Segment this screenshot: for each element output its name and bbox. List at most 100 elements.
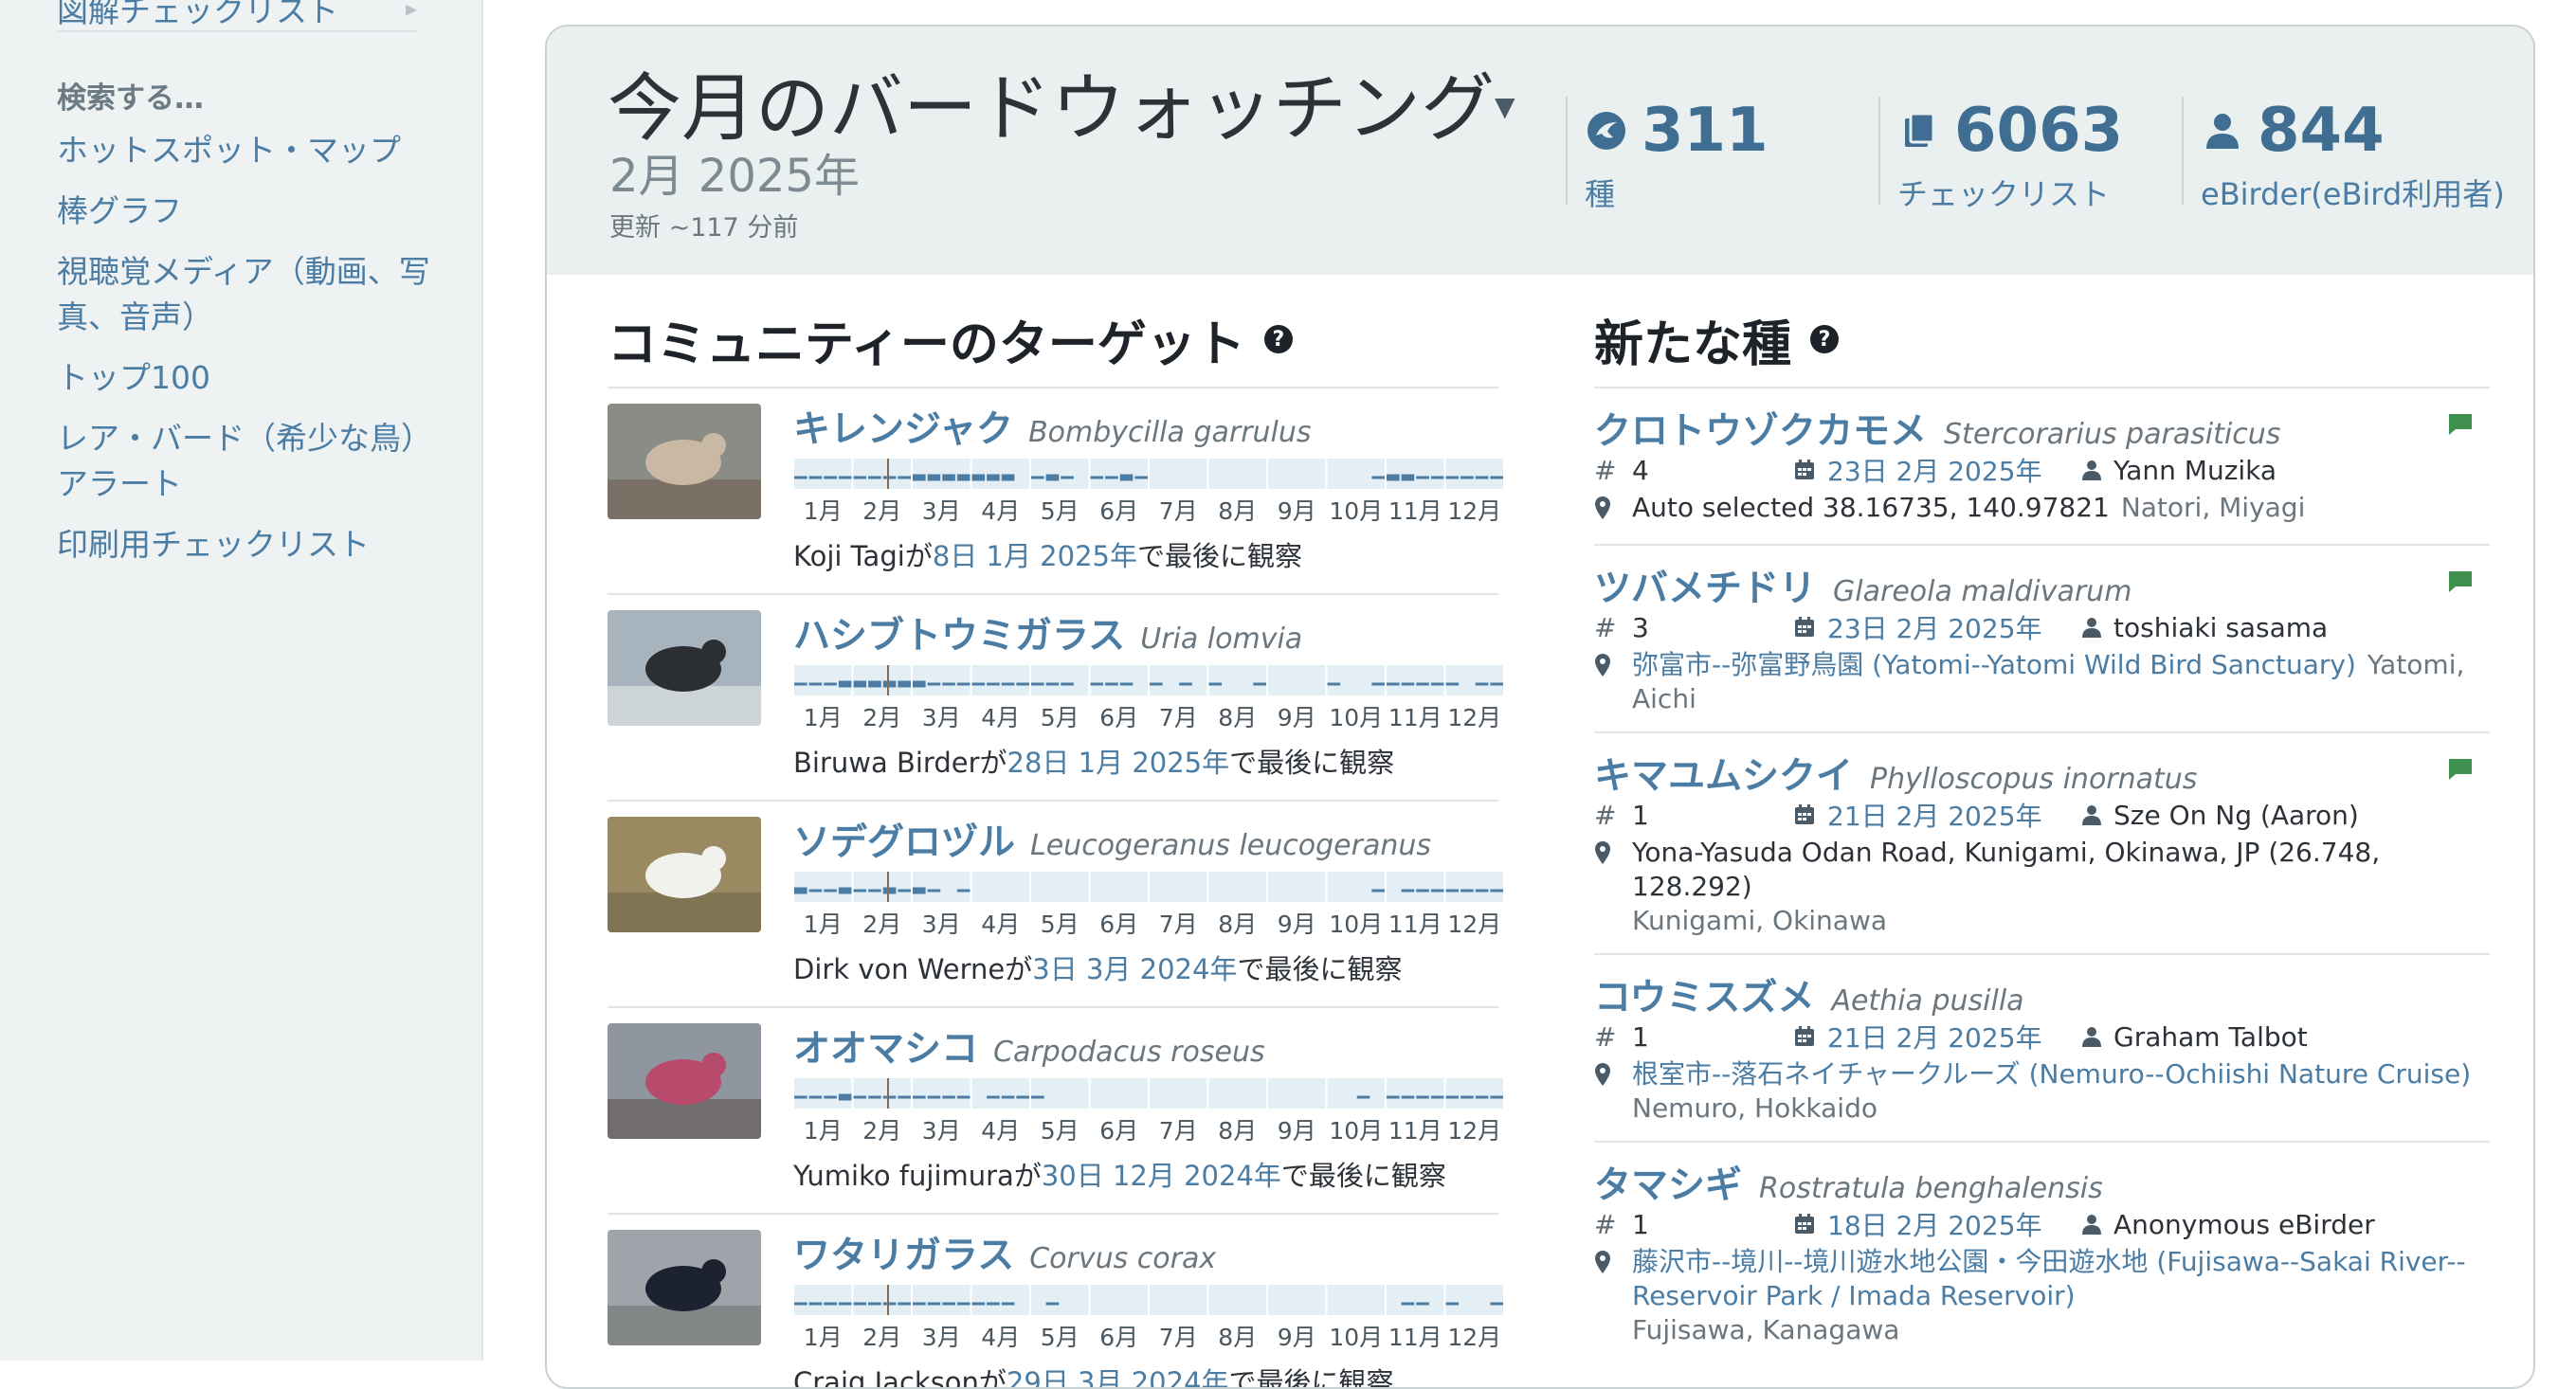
- frequency-bar: [1490, 889, 1503, 893]
- frequency-bar: [882, 1302, 897, 1306]
- sidebar-item-printable-checklist[interactable]: 印刷用チェックリスト: [57, 522, 436, 568]
- species-name[interactable]: ツバメチドリ Glareola maldivarum: [1594, 559, 2490, 610]
- stat-checklists-label: チェックリスト: [1897, 176, 2111, 212]
- comment-icon[interactable]: [2448, 570, 2473, 593]
- person-icon: [2082, 1215, 2101, 1235]
- species-name[interactable]: ワタリガラス Corvus corax: [793, 1226, 1216, 1279]
- species-name[interactable]: タマシギ Rostratula benghalensis: [1594, 1156, 2490, 1207]
- sidebar-item-hotspot-map[interactable]: ホットスポット・マップ: [57, 128, 436, 173]
- observation-date-link[interactable]: 21日 2月 2025年: [1793, 1018, 2081, 1055]
- frequency-chart[interactable]: [793, 1076, 1504, 1110]
- frequency-bar: [868, 476, 881, 479]
- location-pin-svg: [1595, 1251, 1610, 1273]
- species-common-name[interactable]: ハシブトウミガラス: [793, 615, 1125, 658]
- comment-icon[interactable]: [2448, 758, 2473, 781]
- sidebar-item-bar-chart[interactable]: 棒グラフ: [57, 189, 436, 234]
- species-common-name[interactable]: タマシギ: [1594, 1156, 1742, 1209]
- frequency-bar: [956, 682, 971, 686]
- bird-photo[interactable]: [608, 610, 761, 726]
- month-cell: [1327, 459, 1385, 489]
- frequency-bar: [913, 680, 926, 688]
- person-icon: [2082, 618, 2101, 638]
- species-name[interactable]: クロトウゾクカモメ Stercorarius parasiticus: [1594, 402, 2490, 453]
- location-link[interactable]: 弥富市--弥富野鳥園 (Yatomi--Yatomi Wild Bird San…: [1632, 649, 2356, 680]
- sidebar-item-illustrated-checklist[interactable]: 図解チェックリスト ▸: [57, 0, 417, 32]
- help-icon[interactable]: ?: [1263, 325, 1293, 353]
- sidebar-item-top100[interactable]: トップ100: [57, 355, 436, 401]
- species-common-name[interactable]: クロトウゾクカモメ: [1594, 402, 1927, 455]
- frequency-chart[interactable]: [793, 1283, 1504, 1317]
- bird-photo[interactable]: [608, 1230, 761, 1345]
- stat-checklists[interactable]: 6063 チェックリスト: [1878, 97, 2163, 212]
- species-common-name[interactable]: ツバメチドリ: [1594, 559, 1816, 612]
- month-cell: [794, 1285, 852, 1315]
- location-pin-icon: [1594, 1245, 1632, 1283]
- species-name[interactable]: ソデグロヅル Leucogeranus leucogeranus: [793, 813, 1431, 866]
- species-common-name[interactable]: ワタリガラス: [793, 1235, 1014, 1277]
- month-cell: [794, 1078, 852, 1109]
- frequency-chart[interactable]: [793, 457, 1504, 491]
- observation-date-link[interactable]: 21日 2月 2025年: [1793, 796, 2081, 834]
- bird-photo[interactable]: [608, 1023, 761, 1139]
- last-seen-date-link[interactable]: 28日 1月 2025年: [1007, 747, 1230, 779]
- last-seen-date-link[interactable]: 3日 3月 2024年: [1032, 953, 1237, 985]
- person-icon: [2082, 1027, 2101, 1047]
- observer-name: toshiaki sasama: [2113, 611, 2329, 643]
- month-cell: [971, 459, 1029, 489]
- month-cell: [1031, 1078, 1089, 1109]
- observation-date-link[interactable]: 23日 2月 2025年: [1793, 608, 2081, 646]
- last-seen-date-link[interactable]: 8日 1月 2025年: [933, 540, 1137, 572]
- month-cell: [794, 872, 852, 902]
- frequency-bar: [838, 887, 852, 894]
- species-common-name[interactable]: キレンジャク: [793, 408, 1013, 451]
- species-common-name[interactable]: キマユムシクイ: [1594, 747, 1853, 800]
- chevron-right-icon: ▸: [405, 0, 417, 22]
- frequency-bar: [824, 682, 837, 686]
- location-link[interactable]: 藤沢市--境川--境川遊水地公園・今田遊水地 (Fujisawa--Sakai …: [1632, 1246, 2466, 1311]
- species-common-name[interactable]: コウミスズメ: [1594, 968, 1814, 1021]
- bird-photo[interactable]: [608, 817, 761, 932]
- observation-date-link[interactable]: 23日 2月 2025年: [1793, 451, 2081, 489]
- frequency-chart[interactable]: [793, 663, 1504, 697]
- title-dropdown-caret-icon[interactable]: ▼: [1495, 91, 1515, 122]
- community-targets-section: コミュニティーのターゲット ? キレンジャク Bombycilla garrulu…: [608, 301, 1503, 1389]
- comment-icon[interactable]: [2448, 413, 2473, 436]
- frequency-bar: [1105, 476, 1118, 479]
- stat-ebirders[interactable]: 844 eBirder(eBird利用者): [2182, 97, 2505, 212]
- frequency-bar: [1490, 1302, 1503, 1306]
- frequency-bar: [1475, 476, 1489, 479]
- new-species-heading: 新たな種 ?: [1594, 301, 2490, 377]
- species-name[interactable]: コウミスズメ Aethia pusilla: [1594, 968, 2490, 1019]
- frequency-bar: [1416, 889, 1429, 893]
- last-seen-date-link[interactable]: 30日 12月 2024年: [1042, 1160, 1281, 1192]
- observation-date-link[interactable]: 18日 2月 2025年: [1793, 1205, 2081, 1243]
- location-link[interactable]: 根室市--落石ネイチャークルーズ (Nemuro--Ochiishi Natur…: [1632, 1058, 2471, 1090]
- by-particle: が: [904, 540, 933, 572]
- stat-species[interactable]: 311 種: [1566, 97, 1850, 212]
- observation-meta: #4 23日 2月 2025年 Yann Muzika: [1594, 449, 2490, 491]
- species-name[interactable]: キマユムシクイ Phylloscopus inornatus: [1594, 747, 2490, 798]
- frequency-bar: [808, 682, 823, 686]
- sidebar-menu: ホットスポット・マップ 棒グラフ 視聴覚メディア（動画、写真、音声） トップ10…: [57, 128, 436, 583]
- species-name[interactable]: オオマシコ Carpodacus roseus: [793, 1019, 1265, 1073]
- frequency-bar: [882, 887, 897, 894]
- species-name[interactable]: キレンジャク Bombycilla garrulus: [793, 400, 1312, 453]
- frequency-bar: [794, 1302, 807, 1306]
- month-cell: [1268, 872, 1326, 902]
- month-label: 2月: [862, 1324, 902, 1351]
- species-name[interactable]: ハシブトウミガラス Uria lomvia: [793, 606, 1302, 659]
- frequency-bar: [1401, 889, 1415, 893]
- help-icon[interactable]: ?: [1810, 325, 1840, 353]
- species-common-name[interactable]: オオマシコ: [793, 1028, 978, 1071]
- month-cell: [1031, 665, 1089, 695]
- sidebar-item-rare-bird-alert[interactable]: レア・バード（希少な鳥）アラート: [57, 416, 436, 507]
- species-scientific-name: Phylloscopus inornatus: [1870, 763, 2198, 796]
- frequency-chart[interactable]: [793, 870, 1504, 904]
- sidebar-item-media[interactable]: 視聴覚メディア（動画、写真、音声）: [57, 249, 436, 340]
- species-common-name[interactable]: ソデグロヅル: [793, 821, 1015, 864]
- bird-photo[interactable]: [608, 404, 761, 519]
- last-seen-date-link[interactable]: 29日 3月 2024年: [1007, 1366, 1229, 1387]
- last-seen-suffix: で最後に観察: [1228, 1366, 1394, 1389]
- month-label: 12月: [1447, 1324, 1502, 1351]
- frequency-bar: [838, 476, 852, 479]
